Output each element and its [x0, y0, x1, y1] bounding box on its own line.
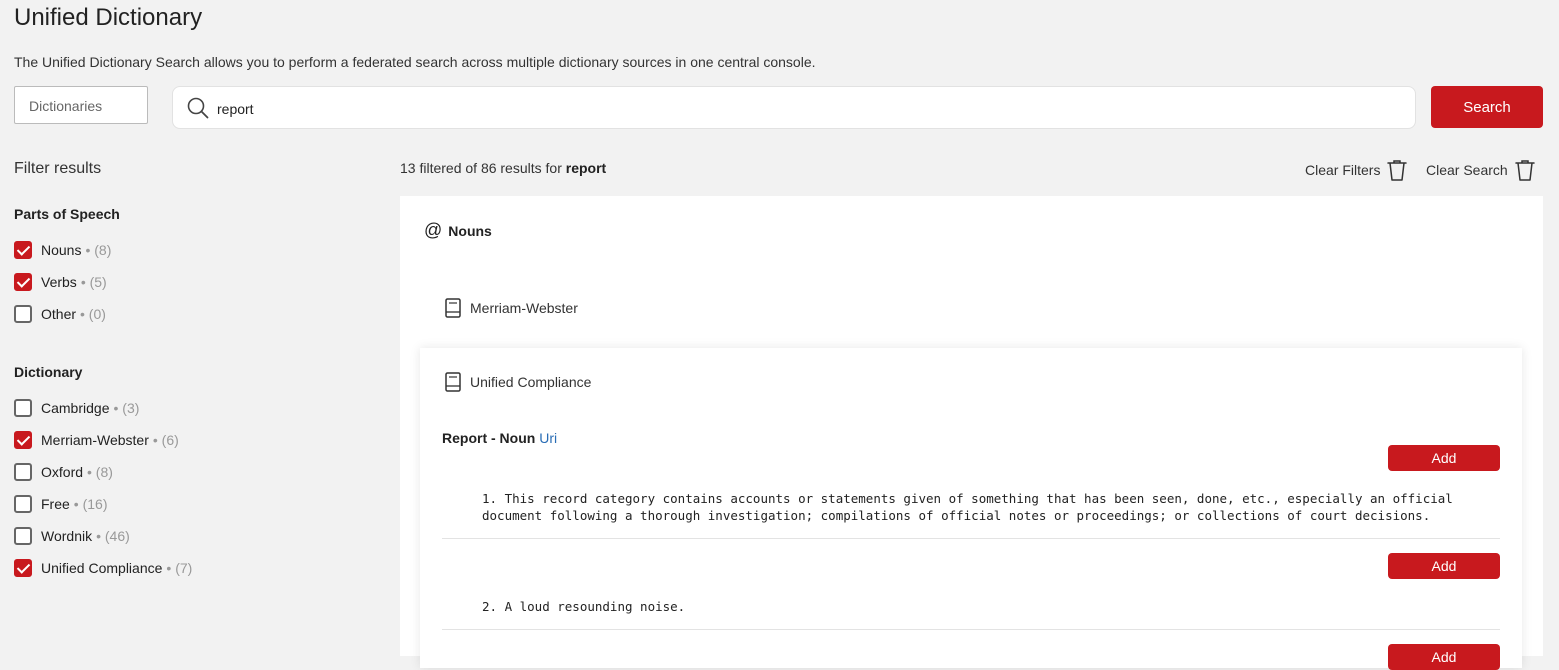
- divider: [442, 538, 1500, 539]
- nouns-checkbox[interactable]: [14, 241, 32, 259]
- dictionary-filter-title: Dictionary: [14, 364, 83, 380]
- filter-label: Oxford: [41, 464, 84, 480]
- filter-cambridge[interactable]: Cambridge • (3): [14, 398, 139, 418]
- at-icon: @: [424, 220, 443, 240]
- other-checkbox[interactable]: [14, 305, 32, 323]
- uri-link[interactable]: Uri: [539, 430, 557, 446]
- section-title: Nouns: [448, 222, 492, 239]
- filter-count: • (16): [73, 496, 108, 512]
- filter-label: Nouns: [41, 242, 82, 258]
- clear-search-button[interactable]: Clear Search: [1426, 158, 1536, 182]
- page-description: The Unified Dictionary Search allows you…: [14, 54, 816, 70]
- add-button[interactable]: Add: [1388, 445, 1500, 471]
- term-heading: Report - Noun Uri: [442, 430, 557, 446]
- filter-count: • (0): [80, 306, 106, 322]
- dictionary-card: Unified Compliance Report - Noun Uri Add…: [420, 348, 1522, 670]
- filter-free[interactable]: Free • (16): [14, 494, 107, 514]
- divider: [442, 629, 1500, 630]
- filter-unified-compliance[interactable]: Unified Compliance • (7): [14, 558, 192, 578]
- term-label: Report - Noun: [442, 430, 536, 446]
- filter-label: Cambridge: [41, 400, 110, 416]
- filter-count: • (3): [113, 400, 140, 416]
- dictionary-name: Unified Compliance: [470, 374, 592, 390]
- section-nouns: @ Nouns: [424, 220, 492, 241]
- filter-label: Merriam-Webster: [41, 432, 149, 448]
- filter-label: Unified Compliance: [41, 560, 163, 576]
- trash-icon: [1514, 160, 1535, 181]
- page-title: Unified Dictionary: [14, 4, 203, 31]
- filter-other[interactable]: Other • (0): [14, 304, 106, 324]
- add-button[interactable]: Add: [1388, 553, 1500, 579]
- summary-text: 13 filtered of 86 results for: [400, 160, 562, 176]
- results-panel: @ Nouns Merriam-Webster Unified Complian…: [400, 196, 1543, 670]
- book-icon: [445, 298, 461, 318]
- cambridge-checkbox[interactable]: [14, 399, 32, 417]
- parts-of-speech-title: Parts of Speech: [14, 206, 120, 222]
- results-summary: 13 filtered of 86 results for report: [400, 160, 606, 176]
- filter-verbs[interactable]: Verbs • (5): [14, 272, 107, 292]
- filter-results-title: Filter results: [14, 160, 102, 177]
- trash-icon: [1387, 160, 1408, 181]
- filter-count: • (46): [96, 528, 130, 544]
- book-icon: [445, 372, 461, 392]
- filter-count: • (6): [152, 432, 179, 448]
- filter-oxford[interactable]: Oxford • (8): [14, 462, 113, 482]
- verbs-checkbox[interactable]: [14, 273, 32, 291]
- dictionary-unified-compliance[interactable]: Unified Compliance: [444, 372, 591, 392]
- filter-count: • (5): [80, 274, 107, 290]
- clear-search-label: Clear Search: [1426, 162, 1508, 178]
- definition-1: 1. This record category contains account…: [482, 491, 1453, 523]
- wordnik-checkbox[interactable]: [14, 527, 32, 545]
- filter-label: Wordnik: [41, 528, 93, 544]
- filter-label: Free: [41, 496, 70, 512]
- clear-filters-button[interactable]: Clear Filters: [1305, 158, 1408, 182]
- dictionaries-select[interactable]: Dictionaries: [14, 86, 148, 124]
- unified-compliance-checkbox[interactable]: [14, 559, 32, 577]
- filter-wordnik[interactable]: Wordnik • (46): [14, 526, 130, 546]
- search-input[interactable]: [215, 95, 1399, 123]
- free-checkbox[interactable]: [14, 495, 32, 513]
- filter-merriam-webster[interactable]: Merriam-Webster • (6): [14, 430, 179, 450]
- dictionary-merriam-webster[interactable]: Merriam-Webster: [444, 298, 578, 318]
- search-icon: [187, 97, 209, 119]
- filter-count: • (8): [87, 464, 113, 480]
- clear-filters-label: Clear Filters: [1305, 162, 1381, 178]
- oxford-checkbox[interactable]: [14, 463, 32, 481]
- filter-nouns[interactable]: Nouns • (8): [14, 240, 111, 260]
- search-button[interactable]: Search: [1431, 86, 1543, 128]
- filter-label: Other: [41, 306, 77, 322]
- filter-count: • (7): [166, 560, 193, 576]
- filter-count: • (8): [85, 242, 112, 258]
- summary-term: report: [565, 160, 607, 176]
- search-box[interactable]: [172, 86, 1416, 129]
- dictionary-name: Merriam-Webster: [470, 300, 578, 316]
- merriam-webster-checkbox[interactable]: [14, 431, 32, 449]
- definition-2: 2. A loud resounding noise.: [482, 599, 686, 614]
- add-button[interactable]: Add: [1388, 644, 1500, 670]
- filter-label: Verbs: [41, 274, 77, 290]
